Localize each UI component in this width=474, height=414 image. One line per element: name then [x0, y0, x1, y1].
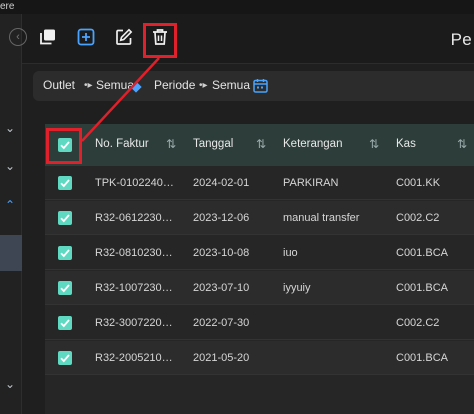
- cell-tanggal: 2023-10-08: [193, 247, 250, 259]
- row-checkbox[interactable]: [58, 281, 72, 295]
- column-header-keterangan[interactable]: Keterangan: [283, 138, 342, 150]
- chevron-up-icon[interactable]: ⌃: [3, 198, 17, 212]
- cell-no-faktur: TPK-0102240…: [95, 177, 174, 189]
- data-table: No. Faktur ⇅ Tanggal ⇅ Keterangan ⇅ Kas …: [45, 124, 474, 414]
- cell-kas: C001.BCA: [396, 352, 448, 364]
- sort-icon[interactable]: ⇅: [166, 137, 176, 151]
- table-row[interactable]: R32-1007230… 2023-07-10 iyyuiy C001.BCA: [45, 271, 474, 305]
- toolbar: ‹ Pe: [9, 14, 474, 64]
- column-header-no-faktur[interactable]: No. Faktur: [95, 138, 149, 150]
- add-icon: [77, 28, 95, 46]
- os-top-strip: ere: [0, 0, 474, 14]
- separator-arrow-icon: •▸: [84, 80, 93, 91]
- annotation-highlight-delete: [143, 23, 177, 58]
- cell-tanggal: 2021-05-20: [193, 352, 250, 364]
- table-row[interactable]: R32-3007220… 2022-07-30 C002.C2: [45, 306, 474, 340]
- cell-no-faktur: R32-0810230…: [95, 247, 173, 259]
- cell-keterangan: iyyuiy: [283, 282, 311, 294]
- column-header-tanggal[interactable]: Tanggal: [193, 138, 233, 150]
- page-title: Pe: [450, 30, 472, 49]
- cell-no-faktur: R32-1007230…: [95, 282, 173, 294]
- filter-bar: Outlet •▸ Semua Periode •▸ Semua: [33, 71, 474, 101]
- table-header: No. Faktur ⇅ Tanggal ⇅ Keterangan ⇅ Kas …: [45, 124, 474, 166]
- annotation-highlight-select-all: [46, 128, 82, 164]
- row-checkbox[interactable]: [58, 211, 72, 225]
- row-checkbox[interactable]: [58, 246, 72, 260]
- edit-icon: [116, 28, 133, 45]
- cell-keterangan: manual transfer: [283, 212, 360, 224]
- cell-tanggal: 2023-12-06: [193, 212, 250, 224]
- cell-tanggal: 2024-02-01: [193, 177, 250, 189]
- os-strip-text: ere: [0, 1, 15, 12]
- sort-icon[interactable]: ⇅: [256, 137, 266, 151]
- periode-filter-label: Periode: [154, 78, 196, 92]
- table-row[interactable]: R32-0810230… 2023-10-08 iuo C001.BCA: [45, 236, 474, 270]
- cell-keterangan: PARKIRAN: [283, 177, 339, 189]
- cell-kas: C001.BCA: [396, 247, 448, 259]
- row-checkbox[interactable]: [58, 316, 72, 330]
- row-checkbox[interactable]: [58, 351, 72, 365]
- cell-keterangan: iuo: [283, 247, 298, 259]
- chevron-down-icon[interactable]: ⌄: [3, 377, 17, 391]
- separator-arrow-icon: •▸: [199, 80, 208, 91]
- chevron-down-icon[interactable]: ⌄: [3, 159, 17, 173]
- outlet-filter-value[interactable]: Semua: [96, 78, 134, 92]
- calendar-icon[interactable]: [253, 78, 268, 98]
- add-button[interactable]: [75, 26, 97, 48]
- table-row[interactable]: R32-0612230… 2023-12-06 manual transfer C00…: [45, 201, 474, 235]
- chevron-down-icon[interactable]: ⌄: [3, 121, 17, 135]
- back-icon[interactable]: ‹: [9, 28, 27, 46]
- column-header-kas[interactable]: Kas: [396, 138, 416, 150]
- table-row[interactable]: R32-2005210… 2021-05-20 C001.BCA: [45, 341, 474, 375]
- sidebar-item-active[interactable]: [0, 235, 22, 271]
- cell-tanggal: 2023-07-10: [193, 282, 250, 294]
- cell-no-faktur: R32-3007220…: [95, 317, 173, 329]
- sidebar: ⌄ ⌄ ⌃ ⌄: [0, 14, 22, 414]
- row-checkbox[interactable]: [58, 176, 72, 190]
- sort-icon[interactable]: ⇅: [369, 137, 379, 151]
- sort-icon[interactable]: ⇅: [457, 137, 467, 151]
- copy-button[interactable]: [37, 26, 59, 48]
- cell-no-faktur: R32-2005210…: [95, 352, 173, 364]
- outlet-filter-label: Outlet: [43, 78, 76, 92]
- cell-kas: C001.KK: [396, 177, 441, 189]
- cell-kas: C002.C2: [396, 317, 440, 329]
- cell-no-faktur: R32-0612230…: [95, 212, 173, 224]
- edit-button[interactable]: [113, 26, 135, 48]
- copy-icon: [40, 29, 55, 45]
- periode-filter-value[interactable]: Semua: [212, 78, 250, 92]
- cell-tanggal: 2022-07-30: [193, 317, 250, 329]
- cell-kas: C001.BCA: [396, 282, 448, 294]
- cell-kas: C002.C2: [396, 212, 440, 224]
- table-row[interactable]: TPK-0102240… 2024-02-01 PARKIRAN C001.KK: [45, 166, 474, 200]
